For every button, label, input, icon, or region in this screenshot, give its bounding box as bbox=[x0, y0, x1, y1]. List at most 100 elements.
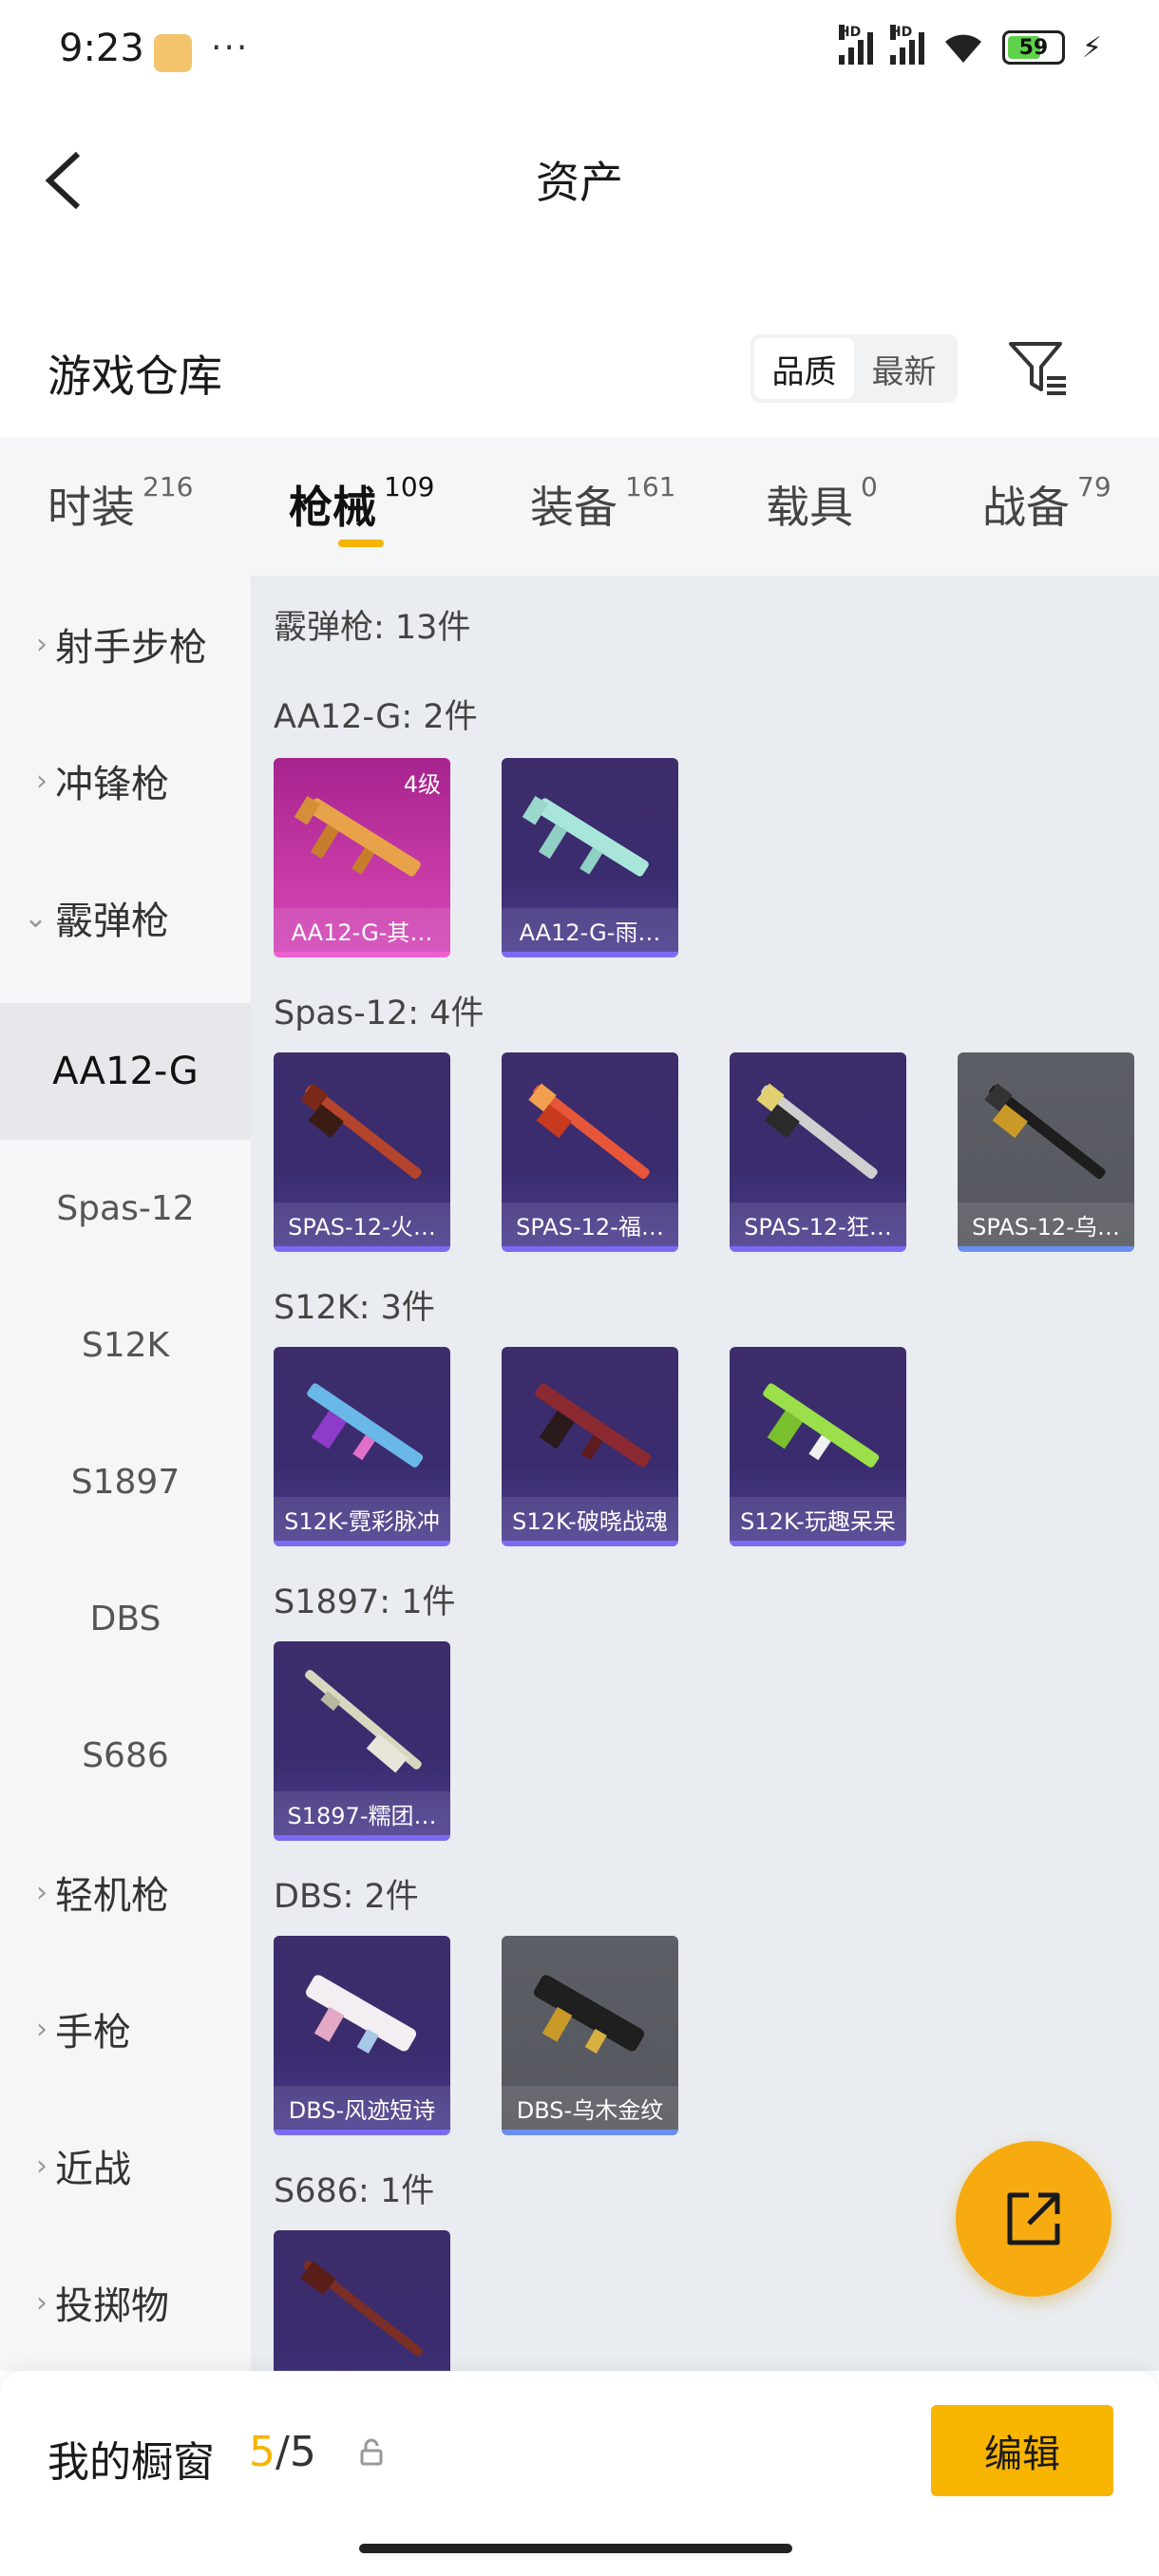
filter-button[interactable] bbox=[1005, 334, 1072, 401]
weapon-card[interactable] bbox=[274, 2230, 450, 2371]
weapon-name: S1897-糯团… bbox=[274, 1791, 450, 1835]
sidebar-item-pistol[interactable]: › 手枪 bbox=[0, 1960, 251, 2097]
gun-icon bbox=[300, 2261, 424, 2357]
category-tabbar: 时装 216 枪械 109 装备 161 载具 0 战备 79 bbox=[0, 437, 1159, 576]
chevron-right-icon: › bbox=[36, 627, 48, 661]
sidebar-item-throwable[interactable]: › 投掷物 bbox=[0, 2234, 251, 2371]
wifi-icon bbox=[944, 34, 981, 63]
weapon-name: AA12-G-雨… bbox=[502, 908, 678, 952]
tab-vehicles[interactable]: 载具 0 bbox=[766, 471, 878, 536]
group-title: Spas-12: 4件 bbox=[274, 994, 484, 1032]
sidebar-item-label: 近战 bbox=[55, 2148, 131, 2191]
gun-icon bbox=[756, 1083, 878, 1180]
charging-icon: ⚡ bbox=[1081, 30, 1102, 65]
chevron-right-icon: › bbox=[36, 2012, 48, 2046]
tab-label: 战备 bbox=[982, 482, 1070, 533]
sidebar-item-lmg[interactable]: › 轻机枪 bbox=[0, 1824, 251, 1960]
sidebar-item-label: 霰弹枪 bbox=[55, 900, 169, 943]
weapon-card[interactable]: SPAS-12-狂… bbox=[730, 1052, 906, 1252]
sidebar-item-label: 冲锋枪 bbox=[55, 763, 169, 806]
sidebar-sub-s1897[interactable]: S1897 bbox=[0, 1413, 251, 1550]
weapon-card[interactable]: SPAS-12-火… bbox=[274, 1052, 450, 1252]
weapon-name: DBS-风迹短诗 bbox=[274, 2086, 450, 2130]
tab-count: 0 bbox=[861, 471, 878, 502]
weapon-card[interactable]: 4级 AA12-G-其… bbox=[274, 758, 450, 957]
weapon-name: AA12-G-其… bbox=[274, 908, 450, 952]
tab-label: 枪械 bbox=[289, 482, 376, 533]
chevron-right-icon: › bbox=[36, 2285, 48, 2320]
sidebar-item-shotgun[interactable]: ⌄ 霰弹枪 bbox=[0, 849, 251, 986]
app-notification-icon bbox=[154, 34, 192, 72]
sidebar-sub-aa12g[interactable]: AA12-G bbox=[0, 1003, 251, 1140]
lock-icon bbox=[359, 2437, 384, 2472]
weapon-card[interactable]: DBS-风迹短诗 bbox=[274, 1936, 450, 2135]
gun-icon bbox=[528, 1083, 650, 1180]
sidebar-sub-spas12[interactable]: Spas-12 bbox=[0, 1140, 251, 1277]
gun-icon bbox=[307, 1383, 424, 1468]
weapon-name: S12K-玩趣呆呆 bbox=[730, 1497, 906, 1541]
chevron-down-icon: ⌄ bbox=[23, 900, 48, 935]
sidebar-item-marksman-rifle[interactable]: › 射手步枪 bbox=[0, 576, 251, 712]
showcase-count-current: 5 bbox=[249, 2428, 276, 2476]
group-title: S1897: 1件 bbox=[274, 1583, 456, 1621]
category-summary: 霰弹枪: 13件 bbox=[274, 609, 471, 647]
sort-quality-option[interactable]: 品质 bbox=[754, 338, 854, 399]
sidebar-sub-s686[interactable]: S686 bbox=[0, 1687, 251, 1824]
chevron-right-icon: › bbox=[36, 764, 48, 798]
status-time: 9:23 bbox=[59, 27, 144, 70]
weapon-name: S12K-破晓战魂 bbox=[502, 1497, 678, 1541]
sidebar-item-smg[interactable]: › 冲锋枪 bbox=[0, 712, 251, 849]
showcase-label: 我的橱窗 bbox=[48, 2438, 215, 2487]
sidebar-sub-s12k[interactable]: S12K bbox=[0, 1277, 251, 1413]
tab-label: 装备 bbox=[530, 482, 618, 533]
tab-count: 216 bbox=[142, 471, 194, 502]
group-title: AA12-G: 2件 bbox=[274, 698, 478, 736]
weapon-card[interactable]: SPAS-12-福… bbox=[502, 1052, 678, 1252]
group-title: S686: 1件 bbox=[274, 2172, 435, 2210]
tab-fashion[interactable]: 时装 216 bbox=[48, 471, 194, 536]
share-fab-button[interactable] bbox=[956, 2141, 1112, 2297]
more-notifications-icon: ··· bbox=[211, 28, 250, 67]
weapon-name: SPAS-12-福… bbox=[502, 1203, 678, 1246]
gun-icon bbox=[300, 1083, 422, 1180]
weapon-card[interactable]: S1897-糯团… bbox=[274, 1641, 450, 1841]
weapon-card[interactable]: S12K-破晓战魂 bbox=[502, 1347, 678, 1546]
external-link-icon bbox=[1007, 2192, 1060, 2245]
status-icons: HD HD 59 ⚡ bbox=[838, 25, 1102, 65]
tab-label: 载具 bbox=[766, 482, 853, 533]
battery-icon: 59 bbox=[1001, 30, 1065, 65]
signal-icon-2: HD bbox=[889, 25, 924, 65]
sidebar-item-label: 投掷物 bbox=[55, 2284, 169, 2328]
sidebar-item-label: 射手步枪 bbox=[55, 626, 207, 670]
weapon-name: SPAS-12-狂… bbox=[730, 1203, 906, 1246]
chevron-right-icon: › bbox=[36, 1875, 48, 1909]
weapon-grid: 霰弹枪: 13件 AA12-G: 2件 4级 AA12-G-其… AA12-G-… bbox=[251, 576, 1159, 2371]
tab-equipment[interactable]: 装备 161 bbox=[530, 471, 676, 536]
tab-guns[interactable]: 枪械 109 bbox=[289, 471, 434, 536]
active-tab-indicator bbox=[338, 540, 384, 547]
sidebar-item-melee[interactable]: › 近战 bbox=[0, 2097, 251, 2234]
weapon-card[interactable]: DBS-乌木金纹 bbox=[502, 1936, 678, 2135]
gun-icon bbox=[306, 1975, 417, 2054]
gun-icon bbox=[984, 1083, 1106, 1180]
battery-level: 59 bbox=[1018, 35, 1049, 60]
showcase-count-total: /5 bbox=[276, 2428, 316, 2476]
sort-newest-option[interactable]: 最新 bbox=[854, 338, 954, 399]
tab-tactical[interactable]: 战备 79 bbox=[982, 471, 1112, 536]
home-indicator[interactable] bbox=[359, 2544, 792, 2553]
weapon-name: S12K-霓彩脉冲 bbox=[274, 1497, 450, 1541]
tab-count: 161 bbox=[625, 471, 676, 502]
warehouse-title: 游戏仓库 bbox=[48, 350, 222, 402]
weapon-card[interactable]: S12K-玩趣呆呆 bbox=[730, 1347, 906, 1546]
weapon-card[interactable]: S12K-霓彩脉冲 bbox=[274, 1347, 450, 1546]
group-title: S12K: 3件 bbox=[274, 1289, 435, 1327]
sidebar-item-label: 轻机枪 bbox=[55, 1874, 169, 1918]
weapon-card[interactable]: AA12-G-雨… bbox=[502, 758, 678, 957]
edit-button[interactable]: 编辑 bbox=[931, 2405, 1113, 2496]
weapon-name: SPAS-12-乌… bbox=[958, 1203, 1134, 1246]
showcase-count: 5/5 bbox=[249, 2428, 316, 2476]
sidebar-sub-dbs[interactable]: DBS bbox=[0, 1550, 251, 1687]
signal-icon: HD bbox=[838, 25, 873, 65]
weapon-card[interactable]: SPAS-12-乌… bbox=[958, 1052, 1134, 1252]
group-title: DBS: 2件 bbox=[274, 1878, 419, 1916]
